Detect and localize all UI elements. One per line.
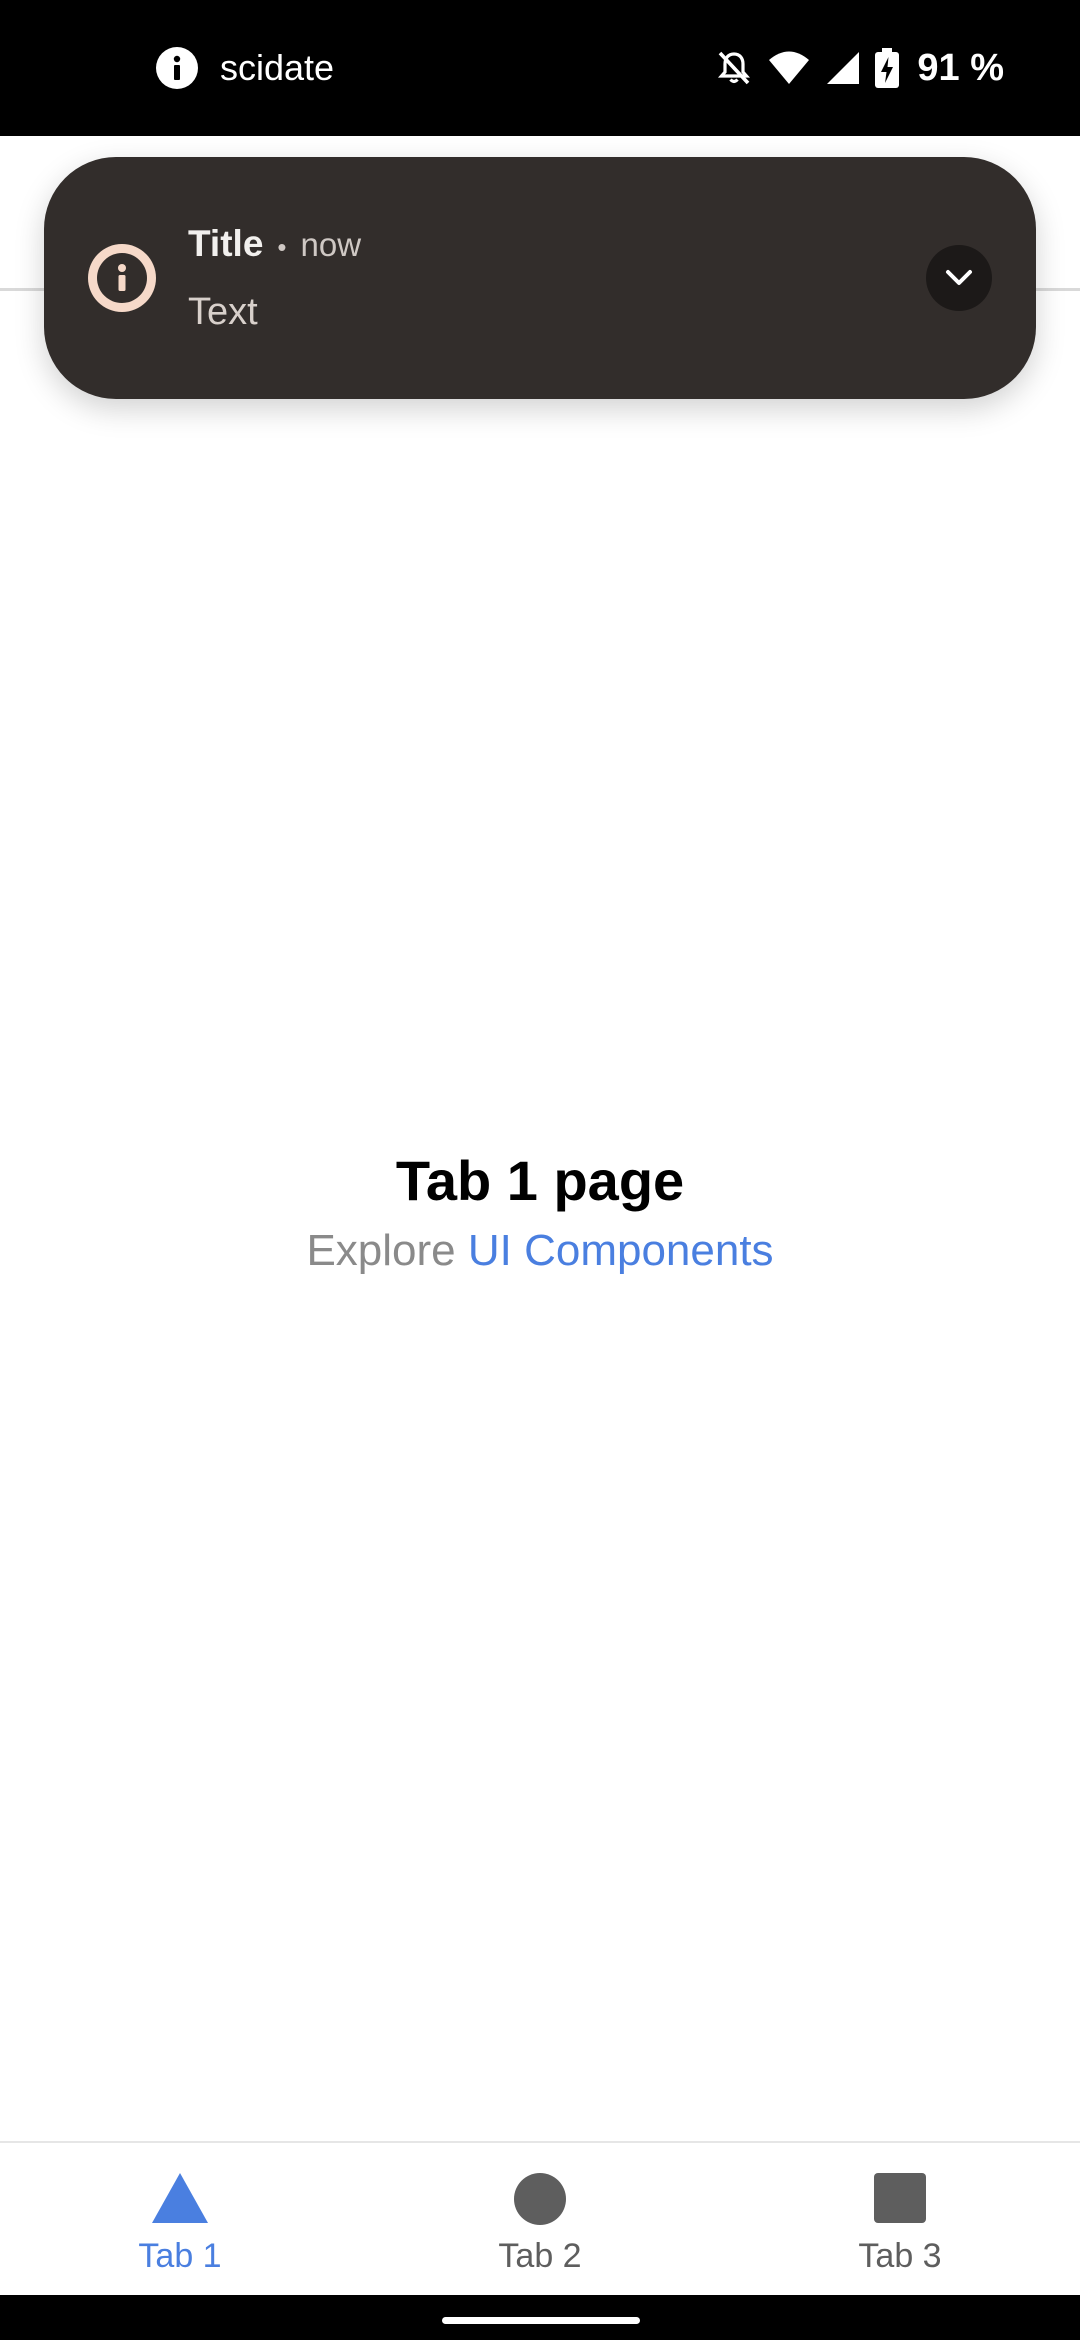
notification-expand-button[interactable] — [926, 245, 992, 311]
page-subtitle: Explore UI Components — [0, 1226, 1080, 1276]
battery-charging-icon — [875, 48, 900, 88]
notification-text: Text — [188, 291, 258, 333]
status-right: 91 % — [715, 0, 1004, 136]
notification-header: Title • now — [188, 223, 361, 265]
tab-3-label: Tab 3 — [858, 2237, 942, 2275]
tab-3[interactable]: Tab 3 — [720, 2143, 1080, 2295]
signal-icon — [825, 50, 861, 86]
subtitle-prefix: Explore — [306, 1226, 468, 1275]
screen: scidate 91 % Title • now Text Tab 1 page… — [0, 0, 1080, 2340]
info-icon — [156, 47, 198, 89]
circle-icon — [514, 2173, 566, 2230]
notification-title: Title — [188, 223, 264, 264]
tab-1-label: Tab 1 — [138, 2237, 222, 2275]
wifi-icon — [767, 49, 811, 87]
page-title: Tab 1 page — [395, 1149, 685, 1212]
tab-1[interactable]: Tab 1 — [0, 2143, 360, 2295]
system-nav-bar — [0, 2295, 1080, 2340]
notification-card[interactable]: Title • now Text — [44, 157, 1036, 399]
home-gesture-handle[interactable] — [442, 2317, 640, 2324]
status-app-name: scidate — [220, 47, 335, 88]
notification-time: now — [300, 226, 362, 263]
chevron-down-icon — [946, 270, 972, 285]
notifications-off-icon — [715, 49, 753, 87]
info-icon — [88, 244, 156, 312]
status-bar: scidate 91 % — [0, 0, 1080, 136]
status-left: scidate — [156, 0, 334, 136]
tab-2[interactable]: Tab 2 — [360, 2143, 720, 2295]
square-icon — [874, 2173, 926, 2228]
tab-2-label: Tab 2 — [498, 2237, 582, 2275]
tab-bar: Tab 1 Tab 2 Tab 3 — [0, 2141, 1080, 2295]
notification-separator: • — [277, 232, 287, 262]
battery-percent: 91 % — [917, 46, 1004, 89]
ui-components-link[interactable]: UI Components — [468, 1226, 774, 1275]
triangle-icon — [152, 2173, 208, 2228]
